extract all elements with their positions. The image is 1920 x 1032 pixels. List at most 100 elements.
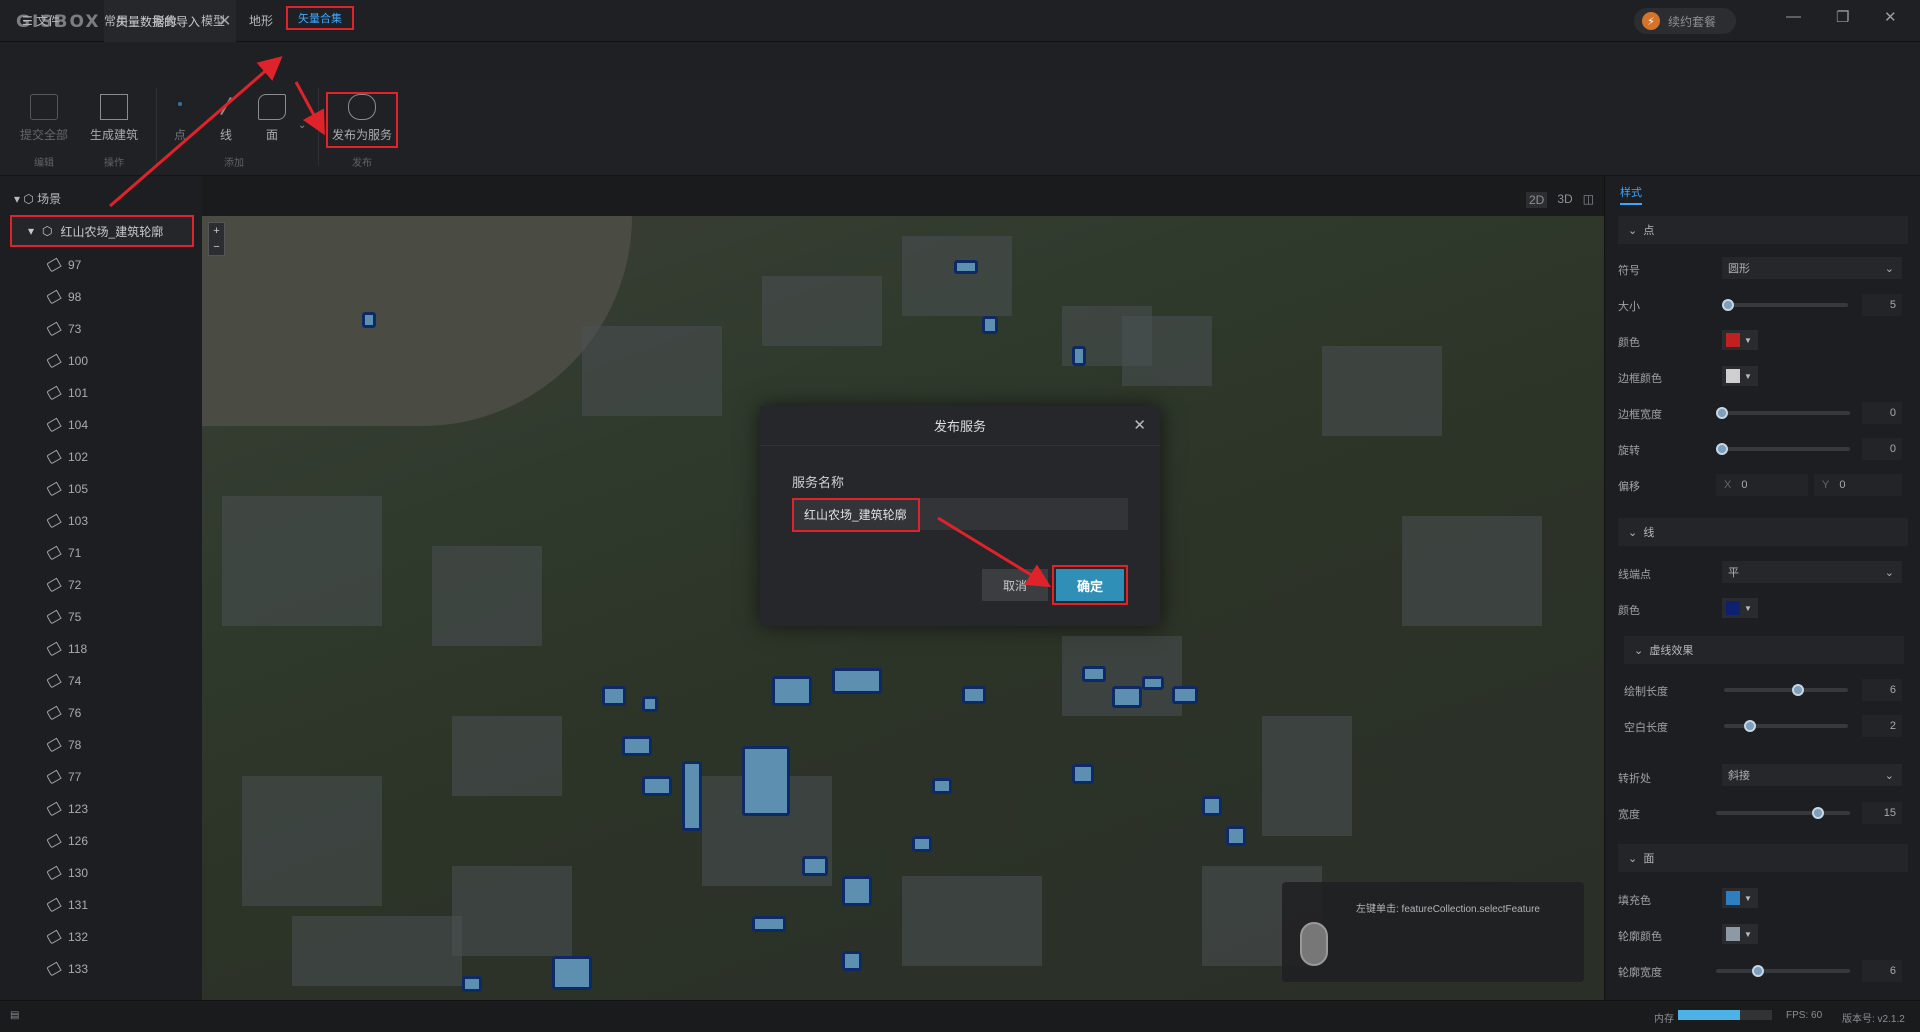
tree-feature-item[interactable]: 132	[46, 929, 88, 945]
border-width-value[interactable]: 0	[1862, 402, 1902, 424]
line-color-picker[interactable]: ▼	[1722, 598, 1758, 618]
zoom-control[interactable]: + −	[208, 222, 225, 256]
gap-length-value[interactable]: 2	[1862, 715, 1902, 737]
building-outline[interactable]	[1202, 796, 1222, 816]
building-outline[interactable]	[752, 916, 786, 932]
fill-color-picker[interactable]: ▼	[1722, 888, 1758, 908]
tree-feature-item[interactable]: 102	[46, 449, 88, 465]
log-icon[interactable]: ▤	[10, 1010, 19, 1021]
building-outline[interactable]	[802, 856, 828, 876]
building-outline[interactable]	[1082, 666, 1106, 682]
size-slider[interactable]	[1722, 299, 1848, 311]
window-close-icon[interactable]: ✕	[1884, 8, 1897, 26]
tree-feature-item[interactable]: 103	[46, 513, 88, 529]
building-outline[interactable]	[622, 736, 652, 756]
tree-feature-item[interactable]: 131	[46, 897, 88, 913]
building-outline[interactable]	[954, 260, 978, 274]
tree-feature-item[interactable]: 126	[46, 833, 88, 849]
slider-knob[interactable]	[1812, 807, 1824, 819]
tree-feature-item[interactable]: 130	[46, 865, 88, 881]
tree-feature-item[interactable]: 105	[46, 481, 88, 497]
gap-length-slider[interactable]	[1724, 720, 1848, 732]
tree-feature-item[interactable]: 75	[46, 609, 81, 625]
building-outline[interactable]	[1072, 346, 1086, 366]
slider-knob[interactable]	[1752, 965, 1764, 977]
building-outline[interactable]	[962, 686, 986, 704]
more-icon[interactable]: ⌄	[298, 120, 306, 131]
building-outline[interactable]	[1172, 686, 1198, 704]
dash-length-slider[interactable]	[1724, 684, 1848, 696]
building-outline[interactable]	[462, 976, 482, 992]
building-outline[interactable]	[362, 312, 376, 328]
border-color-picker[interactable]: ▼	[1722, 366, 1758, 386]
mode-2d-button[interactable]: 2D	[1526, 192, 1548, 208]
tree-feature-item[interactable]: 100	[46, 353, 88, 369]
tree-feature-item[interactable]: 76	[46, 705, 81, 721]
building-outline[interactable]	[552, 956, 592, 990]
menu-vector-collection[interactable]: 矢量合集	[286, 6, 354, 30]
outline-width-slider[interactable]	[1716, 965, 1850, 977]
section-face[interactable]: ⌄ 面	[1618, 844, 1908, 872]
outline-color-picker[interactable]: ▼	[1722, 924, 1758, 944]
building-outline[interactable]	[842, 876, 872, 906]
building-outline[interactable]	[832, 668, 882, 694]
slider-knob[interactable]	[1722, 299, 1734, 311]
slider-knob[interactable]	[1716, 407, 1728, 419]
tree-feature-item[interactable]: 118	[46, 641, 87, 657]
minimize-icon[interactable]: —	[1786, 8, 1801, 25]
building-outline[interactable]	[982, 316, 998, 334]
dialog-close-icon[interactable]: ✕	[1133, 416, 1146, 434]
building-outline[interactable]	[772, 676, 812, 706]
tree-feature-item[interactable]: 74	[46, 673, 81, 689]
tree-feature-item[interactable]: 71	[46, 545, 81, 561]
tree-feature-item[interactable]: 98	[46, 289, 81, 305]
tree-feature-item[interactable]: 72	[46, 577, 81, 593]
tree-feature-item[interactable]: 97	[46, 257, 81, 273]
cancel-button[interactable]: 取消	[982, 569, 1048, 601]
slider-knob[interactable]	[1716, 443, 1728, 455]
point-color-picker[interactable]: ▼	[1722, 330, 1758, 350]
submit-all-button[interactable]: 提交全部	[14, 94, 74, 143]
menu-terrain[interactable]: 地形	[249, 12, 273, 29]
offset-x-input[interactable]: X0	[1716, 474, 1808, 496]
split-view-icon[interactable]: ◫	[1583, 192, 1594, 208]
tree-feature-item[interactable]: 78	[46, 737, 81, 753]
section-dash[interactable]: ⌄ 虚线效果	[1624, 636, 1904, 664]
slider-knob[interactable]	[1744, 720, 1756, 732]
tree-feature-item[interactable]: 77	[46, 769, 81, 785]
tree-feature-item[interactable]: 104	[46, 417, 88, 433]
tree-feature-item[interactable]: 123	[46, 801, 88, 817]
width-slider[interactable]	[1716, 807, 1850, 819]
tree-layer-item[interactable]: ▾ ⬡ 红山农场_建筑轮廓	[10, 215, 194, 247]
add-polygon-button[interactable]: 面	[242, 94, 302, 143]
service-name-input[interactable]	[792, 498, 1128, 530]
building-outline[interactable]	[1112, 686, 1142, 708]
rotate-value[interactable]: 0	[1862, 438, 1902, 460]
symbol-select[interactable]: 圆形 ⌄	[1722, 257, 1902, 279]
mode-3d-button[interactable]: 3D	[1557, 192, 1572, 208]
section-line[interactable]: ⌄ 线	[1618, 518, 1908, 546]
building-outline[interactable]	[1142, 676, 1164, 690]
building-outline[interactable]	[1072, 764, 1094, 784]
border-width-slider[interactable]	[1716, 407, 1850, 419]
restore-icon[interactable]: ❐	[1836, 8, 1849, 26]
building-outline[interactable]	[742, 746, 790, 816]
building-outline[interactable]	[602, 686, 626, 706]
width-value[interactable]: 15	[1862, 802, 1902, 824]
outline-width-value[interactable]: 6	[1862, 960, 1902, 982]
menu-model[interactable]: 模型	[201, 12, 225, 29]
section-point[interactable]: ⌄ 点	[1618, 216, 1908, 244]
tree-feature-item[interactable]: 73	[46, 321, 81, 337]
building-outline[interactable]	[932, 778, 952, 794]
tab-style[interactable]: 样式	[1620, 184, 1642, 205]
tree-feature-item[interactable]: 101	[46, 385, 88, 401]
building-outline[interactable]	[642, 696, 658, 712]
renew-button[interactable]: ⚡ 续约套餐	[1634, 8, 1736, 34]
menu-common[interactable]: 常用	[104, 12, 128, 29]
building-outline[interactable]	[912, 836, 932, 852]
offset-y-input[interactable]: Y0	[1814, 474, 1902, 496]
generate-building-button[interactable]: 生成建筑	[84, 94, 144, 143]
file-menu[interactable]: ☰ 文件	[22, 12, 60, 29]
tree-feature-item[interactable]: 133	[46, 961, 88, 977]
dash-length-value[interactable]: 6	[1862, 679, 1902, 701]
